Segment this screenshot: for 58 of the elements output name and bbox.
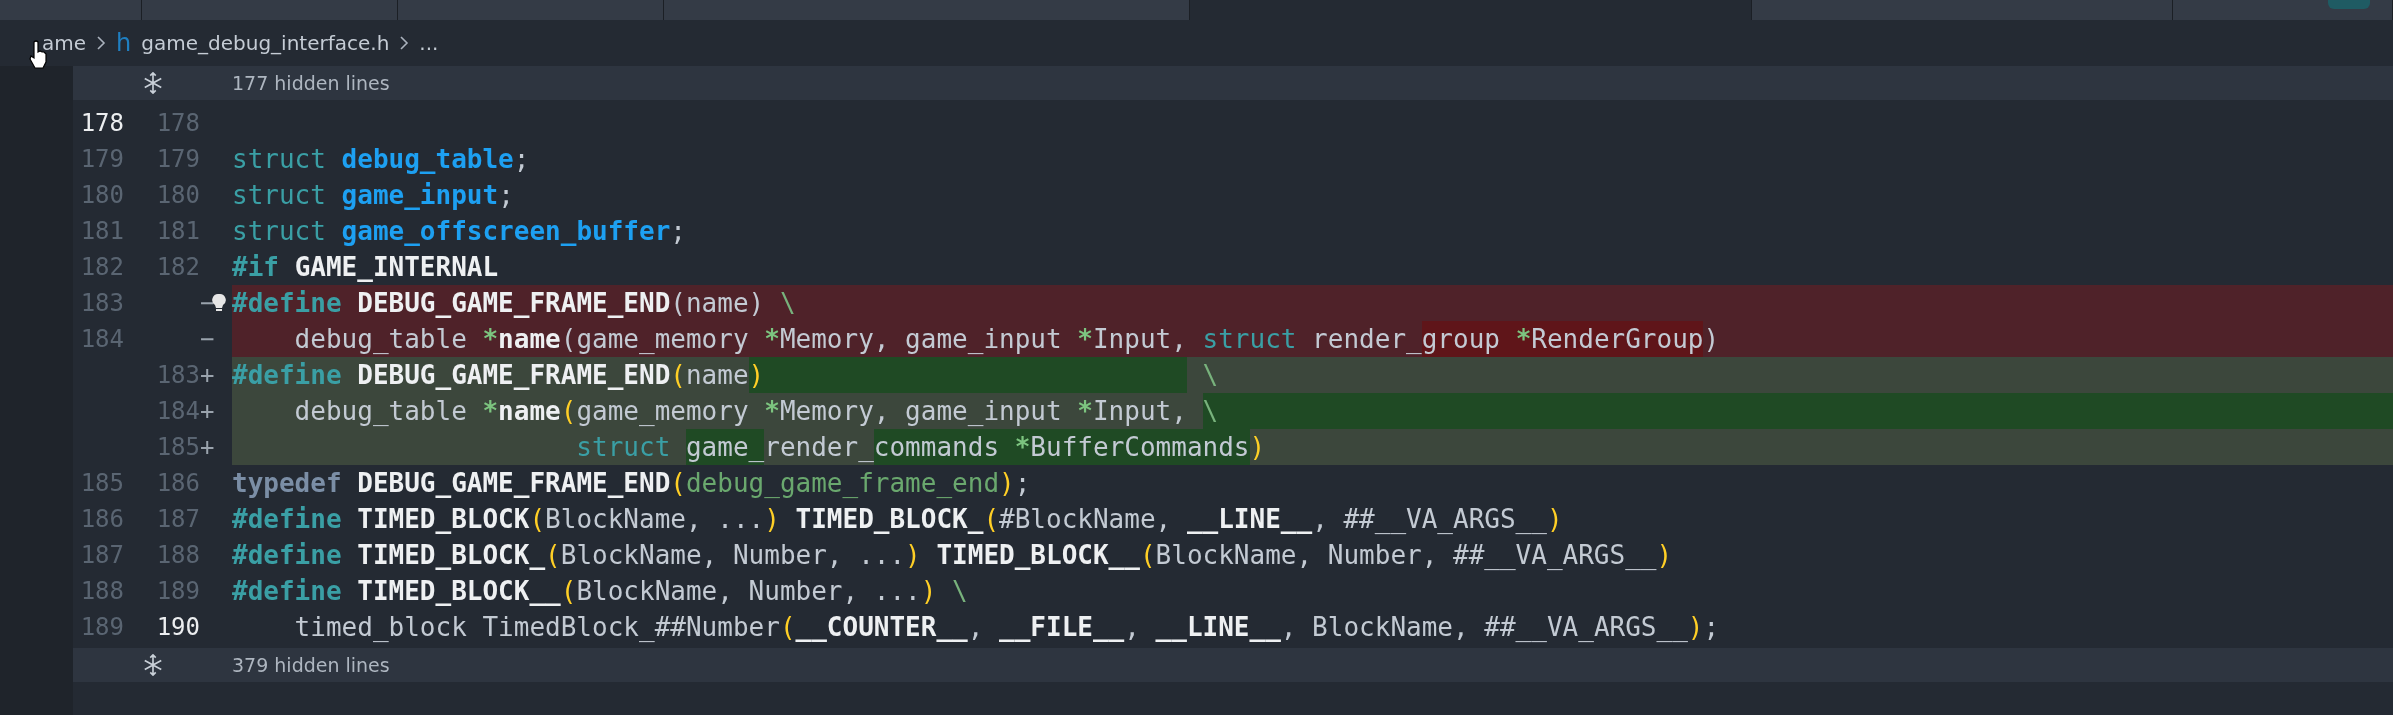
code-line: #define TIMED_BLOCK(BlockName, ...) TIMED_BLOCK_(#BlockName, __LINE__, ##__VA_ARGS__)	[232, 503, 1564, 536]
line-number: 186	[80, 505, 124, 533]
line-number: 181	[80, 217, 124, 245]
editor-tab[interactable]	[1752, 0, 2173, 20]
line-number: 190	[156, 613, 200, 641]
line-number: 184	[156, 397, 200, 425]
line-number: 183	[156, 361, 200, 389]
code-line: #define TIMED_BLOCK_(BlockName, Number, ...) TIMED_BLOCK__(BlockName, Number, ##__VA_ARGS__)	[232, 539, 1674, 572]
line-number: 189	[80, 613, 124, 641]
breadcrumb-more[interactable]: ...	[419, 31, 439, 55]
line-number: 181	[156, 217, 200, 245]
editor-tab[interactable]	[2173, 0, 2393, 20]
line-number: 182	[80, 253, 124, 281]
breadcrumb-folder[interactable]: ame	[42, 31, 87, 55]
line-number: 183	[80, 289, 124, 317]
hidden-lines-label: 379 hidden lines	[232, 654, 390, 676]
editor-tab[interactable]	[1190, 0, 1752, 20]
code-line: typedef DEBUG_GAME_FRAME_END(debug_game_frame_end);	[232, 467, 1032, 500]
hidden-lines-bar[interactable]: 379 hidden lines	[73, 648, 2393, 682]
line-number: 185	[156, 433, 200, 461]
diff-marker: +	[200, 433, 215, 461]
line-number: 188	[156, 541, 200, 569]
lightbulb-icon[interactable]	[212, 293, 227, 313]
line-number: 180	[156, 181, 200, 209]
line-number: 185	[80, 469, 124, 497]
chevron-right-icon	[96, 35, 107, 51]
code-line: timed_block TimedBlock_##Number(__COUNTER__, __FILE__, __LINE__, BlockName, ##__VA_ARGS__);	[293, 611, 1721, 644]
code-line: struct game_input;	[232, 179, 515, 212]
code-line: struct debug_table;	[232, 143, 531, 176]
code-line: struct game_offscreen_buffer;	[232, 215, 687, 248]
line-number: 189	[156, 577, 200, 605]
line-number: 186	[156, 469, 200, 497]
code-line: #define TIMED_BLOCK__(BlockName, Number, ...) \	[232, 575, 969, 608]
code-line: #if GAME_INTERNAL	[232, 251, 500, 284]
diff-marker: −	[200, 325, 215, 353]
line-number: 184	[80, 325, 124, 353]
line-number: 187	[156, 505, 200, 533]
editor-tab[interactable]	[0, 0, 142, 20]
diff-marker: +	[200, 397, 215, 425]
diff-marker: −	[200, 289, 215, 317]
line-number: 180	[80, 181, 124, 209]
line-number: 188	[80, 577, 124, 605]
line-number: 178	[156, 109, 200, 137]
editor-tab[interactable]	[142, 0, 398, 20]
tab-button[interactable]	[2328, 0, 2370, 9]
line-number: 179	[156, 145, 200, 173]
hidden-lines-label: 177 hidden lines	[232, 72, 390, 94]
diff-marker: +	[200, 361, 215, 389]
line-number: 179	[80, 145, 124, 173]
editor-tab[interactable]	[398, 0, 664, 20]
line-number: 187	[80, 541, 124, 569]
line-number: 178	[80, 109, 124, 137]
chevron-right-icon	[399, 35, 410, 51]
breadcrumb-file[interactable]: game_debug_interface.h	[141, 31, 390, 55]
hidden-lines-bar[interactable]: 177 hidden lines	[73, 66, 2393, 100]
line-number: 182	[156, 253, 200, 281]
editor-tab[interactable]	[664, 0, 1190, 20]
file-type-icon: h	[116, 29, 132, 57]
